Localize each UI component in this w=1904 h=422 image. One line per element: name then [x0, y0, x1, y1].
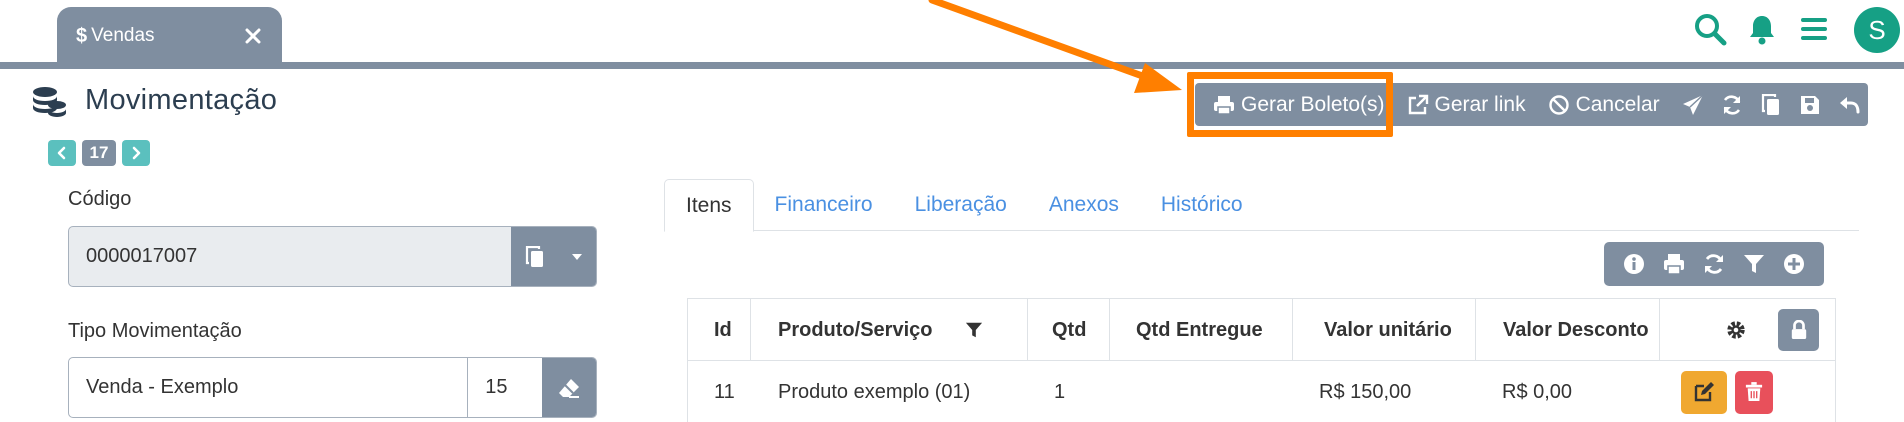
record-pager: 17 — [48, 140, 150, 166]
clear-tipo-button[interactable] — [542, 358, 596, 417]
external-link-icon — [1408, 94, 1428, 114]
codigo-label: Código — [68, 188, 132, 210]
cell-valor-unitario: R$ 150,00 — [1319, 380, 1412, 403]
delete-button[interactable] — [1735, 370, 1773, 414]
cell-actions — [1681, 361, 1773, 422]
codigo-dropdown-button[interactable] — [558, 227, 596, 286]
page-title: Movimentação — [85, 84, 278, 116]
tipo-movimentacao-code-input[interactable] — [468, 358, 543, 417]
copy-icon — [525, 245, 543, 267]
tab-bar-divider — [0, 62, 1904, 69]
tab-itens[interactable]: Itens — [664, 179, 754, 232]
tab-bar: $ Vendas — [0, 0, 1904, 69]
column-header-valor-desconto[interactable]: Valor Desconto — [1476, 299, 1660, 361]
chevron-left-icon — [57, 146, 66, 160]
info-icon[interactable] — [1622, 252, 1646, 276]
next-record-button[interactable] — [122, 140, 150, 166]
print-icon[interactable] — [1662, 252, 1686, 276]
caret-down-icon — [572, 253, 583, 260]
refresh-button[interactable] — [1713, 83, 1752, 126]
column-header-id[interactable]: Id — [688, 299, 751, 361]
eraser-icon — [559, 378, 580, 398]
bell-icon[interactable] — [1745, 12, 1779, 46]
prev-record-button[interactable] — [48, 140, 76, 166]
refresh-icon — [1723, 94, 1741, 115]
search-icon[interactable] — [1693, 12, 1727, 46]
undo-button[interactable] — [1829, 83, 1868, 126]
items-table: Id Produto/Serviço Qtd Qtd Entregue Valo… — [687, 298, 1836, 422]
filter-icon[interactable] — [965, 321, 983, 339]
chevron-right-icon — [132, 146, 141, 160]
tab-anexos[interactable]: Anexos — [1028, 179, 1140, 231]
tab-vendas[interactable]: $ Vendas — [57, 7, 282, 65]
cell-produto: Produto exemplo (01) — [778, 380, 971, 403]
cell-valor-desconto: R$ 0,00 — [1502, 380, 1573, 403]
content-tabs: Itens Financeiro Liberação Anexos Histór… — [664, 179, 1859, 232]
edit-button[interactable] — [1681, 370, 1727, 414]
coins-icon — [31, 83, 67, 119]
gear-icon[interactable] — [1725, 319, 1747, 341]
column-header-qtd[interactable]: Qtd — [1028, 299, 1110, 361]
copy-button[interactable] — [1751, 83, 1790, 126]
column-header-valor-unitario[interactable]: Valor unitário — [1293, 299, 1476, 361]
avatar-initial: S — [1868, 14, 1886, 45]
save-button[interactable] — [1790, 83, 1829, 126]
gerar-boleto-button[interactable]: Gerar Boleto(s) — [1213, 83, 1385, 126]
gerar-boleto-label: Gerar Boleto(s) — [1241, 92, 1385, 116]
record-number: 17 — [82, 140, 116, 166]
print-icon — [1214, 95, 1234, 115]
gerar-link-button[interactable]: Gerar link — [1407, 83, 1526, 126]
copy-code-button[interactable] — [511, 227, 559, 286]
plus-icon[interactable] — [1782, 252, 1806, 276]
close-icon[interactable] — [244, 27, 262, 45]
filter-icon[interactable] — [1742, 252, 1766, 276]
tipo-movimentacao-label: Tipo Movimentação — [68, 320, 242, 342]
send-button[interactable] — [1674, 83, 1713, 126]
copy-icon — [1761, 93, 1779, 115]
dollar-icon: $ — [76, 24, 88, 47]
edit-icon — [1694, 382, 1714, 402]
send-icon — [1683, 93, 1704, 115]
grid-toolbar — [1604, 242, 1824, 286]
tab-liberacao[interactable]: Liberação — [894, 179, 1028, 231]
tab-financeiro[interactable]: Financeiro — [754, 179, 894, 231]
action-toolbar: Gerar Boleto(s) Gerar link Cancelar — [1195, 83, 1868, 126]
tipo-movimentacao-input[interactable] — [69, 358, 469, 417]
lock-icon — [1791, 320, 1806, 339]
undo-icon — [1839, 96, 1860, 113]
gerar-link-label: Gerar link — [1434, 92, 1526, 116]
trash-icon — [1745, 382, 1763, 401]
table-header: Id Produto/Serviço Qtd Qtd Entregue Valo… — [688, 299, 1835, 361]
tipo-movimentacao-field-group — [68, 357, 597, 418]
column-header-produto[interactable]: Produto/Serviço — [751, 299, 1028, 361]
cell-id: 11 — [714, 380, 735, 403]
column-header-actions — [1660, 299, 1837, 361]
avatar[interactable]: S — [1854, 7, 1900, 53]
save-icon — [1800, 95, 1819, 114]
lock-columns-button[interactable] — [1778, 309, 1819, 351]
ban-icon — [1548, 94, 1569, 115]
menu-icon[interactable] — [1797, 12, 1831, 46]
tab-vendas-label: Vendas — [91, 25, 155, 46]
codigo-input[interactable] — [69, 227, 512, 286]
codigo-field-group — [68, 226, 597, 287]
refresh-icon[interactable] — [1702, 252, 1726, 276]
cancelar-button[interactable]: Cancelar — [1548, 83, 1660, 126]
column-header-produto-label: Produto/Serviço — [778, 318, 933, 341]
cell-qtd: 1 — [1054, 380, 1066, 403]
cancelar-label: Cancelar — [1575, 92, 1660, 116]
column-header-qtd-entregue[interactable]: Qtd Entregue — [1110, 299, 1293, 361]
tab-historico[interactable]: Histórico — [1140, 179, 1264, 231]
